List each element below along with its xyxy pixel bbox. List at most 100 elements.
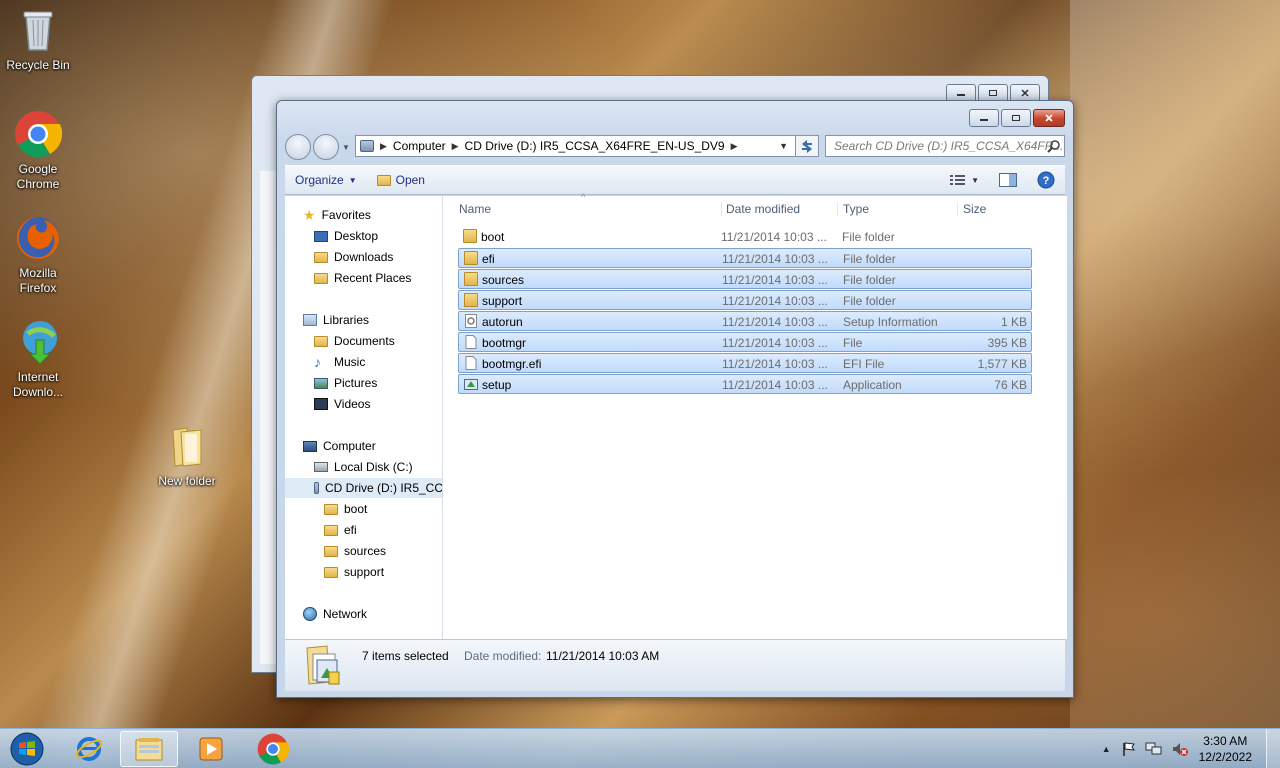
computer-icon (303, 440, 317, 452)
taskbar-internet-explorer[interactable] (60, 731, 118, 767)
clock-time: 3:30 AM (1203, 734, 1248, 748)
file-row[interactable]: efi 11/21/2014 10:03 ... File folder (458, 248, 1032, 268)
tree-libraries[interactable]: Libraries (303, 310, 369, 330)
file-type: File folder (843, 294, 896, 308)
file-row[interactable]: boot 11/21/2014 10:03 ... File folder (458, 227, 1032, 247)
tree-label: Desktop (334, 229, 379, 243)
explorer-window[interactable]: ▼ ▶ Computer ▶ CD Drive (D:) IR5_CCSA_X6… (276, 100, 1074, 698)
minimize-button[interactable] (969, 109, 999, 127)
maximize-button[interactable] (1001, 109, 1031, 127)
clock[interactable]: 3:30 AM 12/2/2022 (1199, 733, 1252, 765)
file-date: 11/21/2014 10:03 ... (722, 357, 828, 371)
navigation-pane: ★ Favorites Desktop Downloads Recent Pla… (285, 196, 443, 639)
taskbar-media-player[interactable] (182, 731, 240, 767)
command-toolbar: Organize ▼ Open ▼ ? (285, 165, 1065, 195)
breadcrumb-computer[interactable]: Computer (387, 139, 452, 153)
file-row[interactable]: bootmgr 11/21/2014 10:03 ... File 395 KB (458, 332, 1032, 352)
file-name: efi (482, 252, 495, 266)
new-folder-desktop-icon[interactable]: New folder (149, 422, 225, 489)
windows-orb-icon (10, 732, 44, 766)
column-header-size[interactable]: Size (957, 202, 986, 216)
tree-cd-drive[interactable]: CD Drive (D:) IR5_CC (285, 478, 442, 498)
desktop-icon-label: New folder (158, 474, 216, 488)
address-dropdown-arrow[interactable]: ▼ (779, 141, 788, 151)
taskbar-windows-explorer[interactable] (120, 731, 178, 767)
view-details-icon (950, 175, 966, 185)
search-input[interactable]: Search CD Drive (D:) IR5_CCSA_X64FR... (825, 135, 1065, 157)
search-icon[interactable] (1047, 139, 1061, 153)
tree-videos[interactable]: Videos (314, 394, 370, 414)
file-name: boot (481, 230, 505, 244)
mozilla-firefox-desktop-icon[interactable]: Mozilla Firefox (0, 214, 76, 296)
column-header-date[interactable]: Date modified (721, 202, 800, 216)
tree-sub-sources[interactable]: sources (324, 541, 386, 561)
tree-sub-efi[interactable]: efi (324, 520, 357, 540)
tree-music[interactable]: ♪ Music (314, 352, 365, 372)
internet-download-manager-desktop-icon[interactable]: Internet Downlo... (0, 318, 76, 400)
tree-pictures[interactable]: Pictures (314, 373, 377, 393)
folder-icon (324, 503, 338, 515)
tree-computer[interactable]: Computer (303, 436, 376, 456)
tree-label: Videos (334, 397, 371, 411)
recycle-bin-desktop-icon[interactable]: Recycle Bin (0, 6, 76, 73)
file-date: 11/21/2014 10:03 ... (722, 273, 828, 287)
column-header-type[interactable]: Type (837, 202, 869, 216)
recent-pages-dropdown[interactable]: ▼ (342, 143, 350, 152)
breadcrumb-separator[interactable]: ▶ (452, 141, 459, 152)
google-chrome-desktop-icon[interactable]: Google Chrome (0, 110, 76, 192)
chrome-icon (257, 733, 289, 765)
start-button[interactable] (0, 731, 54, 767)
file-name: sources (482, 273, 525, 287)
tree-recent-places[interactable]: Recent Places (314, 268, 411, 288)
help-button[interactable]: ? (1027, 171, 1065, 189)
address-bar[interactable]: ▶ Computer ▶ CD Drive (D:) IR5_CCSA_X64F… (355, 135, 819, 157)
tree-desktop[interactable]: Desktop (314, 226, 378, 246)
show-hidden-icons-button[interactable]: ▲ (1102, 744, 1111, 754)
taskbar-google-chrome[interactable] (244, 731, 302, 767)
taskbar: ▲ 3:30 AM 12/2/2022 (0, 728, 1280, 768)
folder-icon (464, 293, 478, 307)
help-icon: ? (1037, 171, 1055, 189)
tree-downloads[interactable]: Downloads (314, 247, 393, 267)
tree-label: Documents (334, 334, 395, 348)
file-name: autorun (482, 315, 523, 329)
open-button[interactable]: Open (367, 173, 435, 187)
tree-network[interactable]: Network (303, 604, 367, 624)
organize-button[interactable]: Organize ▼ (285, 173, 367, 187)
file-type: File folder (842, 230, 895, 244)
refresh-button[interactable] (795, 135, 819, 157)
file-type: EFI File (843, 357, 885, 371)
volume-muted-icon[interactable] (1171, 741, 1189, 757)
details-date-label: Date modified: (464, 649, 542, 663)
close-button[interactable] (1033, 109, 1065, 127)
breadcrumb-cd-drive[interactable]: CD Drive (D:) IR5_CCSA_X64FRE_EN-US_DV9 (459, 139, 731, 153)
back-button[interactable] (285, 134, 311, 160)
tree-sub-support[interactable]: support (324, 562, 384, 582)
recycle-bin-icon (14, 6, 62, 54)
breadcrumb-separator[interactable]: ▶ (731, 141, 738, 152)
network-status-icon[interactable] (1145, 741, 1163, 757)
tree-documents[interactable]: Documents (314, 331, 395, 351)
tree-sub-boot[interactable]: boot (324, 499, 367, 519)
change-view-button[interactable]: ▼ (940, 174, 989, 186)
file-row[interactable]: autorun 11/21/2014 10:03 ... Setup Infor… (458, 311, 1032, 331)
tree-favorites[interactable]: ★ Favorites (303, 205, 371, 225)
tree-local-disk[interactable]: Local Disk (C:) (314, 457, 413, 477)
svg-text:?: ? (1043, 175, 1050, 187)
file-type: File folder (843, 273, 896, 287)
tree-label: support (344, 565, 385, 579)
forward-button[interactable] (313, 134, 339, 160)
internet-explorer-icon (75, 737, 103, 761)
minimize-icon (957, 94, 965, 96)
show-desktop-button[interactable] (1266, 729, 1280, 768)
preview-pane-button[interactable] (989, 173, 1027, 187)
breadcrumb-separator[interactable]: ▶ (380, 141, 387, 152)
file-row[interactable]: sources 11/21/2014 10:03 ... File folder (458, 269, 1032, 289)
file-row[interactable]: bootmgr.efi 11/21/2014 10:03 ... EFI Fil… (458, 353, 1032, 373)
folder-icon (324, 524, 338, 536)
column-header-name[interactable]: Name (459, 202, 491, 216)
file-row[interactable]: setup 11/21/2014 10:03 ... Application 7… (458, 374, 1032, 394)
file-date: 11/21/2014 10:03 ... (722, 315, 828, 329)
action-center-flag-icon[interactable] (1121, 741, 1137, 757)
file-row[interactable]: support 11/21/2014 10:03 ... File folder (458, 290, 1032, 310)
